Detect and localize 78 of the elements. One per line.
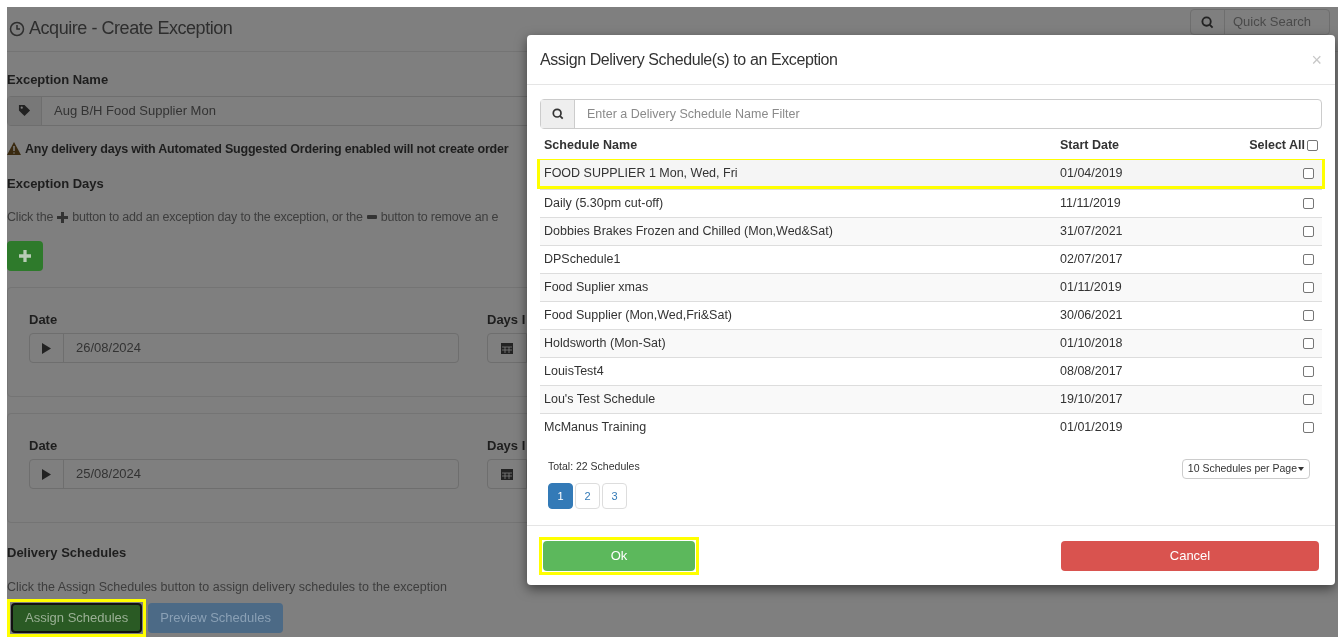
clock-icon xyxy=(9,20,25,37)
checkbox[interactable] xyxy=(1303,366,1314,377)
calendar-icon xyxy=(501,342,513,354)
section-heading: Delivery Schedules xyxy=(7,543,128,562)
table-row[interactable]: McManus Training 01/01/2019 xyxy=(540,413,1322,441)
checkbox[interactable] xyxy=(1303,338,1314,349)
table-cell-text: McManus Training xyxy=(544,419,648,437)
field-label: Days I xyxy=(487,310,527,329)
table-cell-text: 11/11/2019 xyxy=(1060,195,1122,213)
column-header: Start Date xyxy=(1060,137,1121,155)
table-cell-text: 01/04/2019 xyxy=(1060,164,1124,182)
table-cell-text: 01/01/2019 xyxy=(1060,419,1124,437)
table-cell-text: Dobbies Brakes Frozen and Chilled (Mon,Wed&Sat) xyxy=(544,223,834,241)
table-cell-text: 01/11/2019 xyxy=(1060,279,1123,297)
date-field[interactable]: 25/08/2024 xyxy=(29,459,459,489)
field-label: Date xyxy=(29,310,59,329)
checkbox[interactable] xyxy=(1303,394,1314,405)
field-label: Exception Name xyxy=(7,71,110,89)
checkbox[interactable] xyxy=(1303,422,1314,433)
table-cell-text: 30/06/2021 xyxy=(1060,307,1124,325)
page-button[interactable]: 2 xyxy=(575,482,600,509)
assign-schedules-button[interactable]: Assign Schedules xyxy=(11,602,143,633)
field-label: Days I xyxy=(487,436,527,455)
page-button[interactable]: 3 xyxy=(602,482,627,509)
table-cell-text: FOOD SUPPLIER 1 Mon, Wed, Fri xyxy=(544,164,739,182)
plus-icon xyxy=(57,211,69,223)
cancel-button[interactable]: Cancel xyxy=(1061,540,1319,571)
checkbox[interactable] xyxy=(1307,140,1318,152)
field-label: Date xyxy=(29,436,59,455)
search-icon xyxy=(551,108,564,120)
page-button[interactable]: 1 xyxy=(548,482,573,509)
table-cell-text: 19/10/2017 xyxy=(1060,391,1124,409)
search-icon xyxy=(1201,15,1214,29)
table-cell-text: 31/07/2021 xyxy=(1060,223,1124,241)
hint-text: Click the Assign Schedules button to assign delivery schedules to the exception xyxy=(7,579,448,596)
column-header: Select All xyxy=(1249,137,1305,155)
table-row[interactable]: Holdsworth (Mon-Sat) 01/10/2018 xyxy=(540,329,1322,357)
add-day-button[interactable] xyxy=(7,240,43,271)
checkbox[interactable] xyxy=(1303,226,1314,237)
checkbox[interactable] xyxy=(1303,282,1314,293)
section-heading: Exception Days xyxy=(7,175,105,194)
table-cell-text: Food Suplier xmas xyxy=(544,279,650,297)
checkbox[interactable] xyxy=(1303,198,1314,209)
checkbox[interactable] xyxy=(1303,310,1314,321)
table-row[interactable]: Dobbies Brakes Frozen and Chilled (Mon,Wed&Sat) 31/07/2021 xyxy=(540,217,1322,245)
table-cell-text: Daily (5.30pm cut-off) xyxy=(544,195,665,213)
table-cell-text: 02/07/2017 xyxy=(1060,251,1124,269)
filter-field[interactable]: Enter a Delivery Schedule Name Filter xyxy=(540,99,1322,129)
modal-title: Assign Delivery Schedule(s) to an Exception xyxy=(540,49,838,70)
table-cell-text: 01/10/2018 xyxy=(1060,335,1124,353)
play-icon xyxy=(42,468,51,480)
date-field[interactable]: 26/08/2024 xyxy=(29,333,459,363)
table-row[interactable]: Food Suplier xmas 01/11/2019 xyxy=(540,273,1322,301)
tag-icon xyxy=(18,104,31,117)
per-page-dropdown[interactable]: 10 Schedules per Page xyxy=(1181,459,1310,479)
plus-icon xyxy=(19,249,31,262)
page-title: Acquire - Create Exception xyxy=(29,17,233,40)
ok-button[interactable]: Ok xyxy=(543,540,695,571)
table-cell-text: LouisTest4 xyxy=(544,363,605,381)
table-row[interactable]: Lou's Test Schedule 19/10/2017 xyxy=(540,385,1322,413)
caret-icon xyxy=(1298,467,1304,471)
column-header: Schedule Name xyxy=(544,137,639,155)
checkbox[interactable] xyxy=(1303,254,1314,265)
table-row[interactable]: FOOD SUPPLIER 1 Mon, Wed, Fri 01/04/2019 xyxy=(537,159,1325,189)
table-cell-text: Lou's Test Schedule xyxy=(544,391,657,409)
calendar-icon xyxy=(501,468,513,480)
checkbox[interactable] xyxy=(1303,167,1314,179)
table-cell-text: Holdsworth (Mon-Sat) xyxy=(544,335,667,353)
hint-text: Click the xyxy=(7,208,54,226)
play-icon xyxy=(42,342,51,354)
hint-text: button to remove an e xyxy=(380,208,499,226)
table-cell-text: DPSchedule1 xyxy=(544,251,622,269)
total-count: Total: 22 Schedules xyxy=(548,459,640,474)
table-cell-text: Food Supplier (Mon,Wed,Fri&Sat) xyxy=(544,307,734,325)
table-cell-text: 08/08/2017 xyxy=(1060,363,1124,381)
hint-text: button to add an exception day to the exception, or the xyxy=(72,208,363,226)
minus-icon xyxy=(366,215,377,220)
warning-text: Any delivery days with Automated Suggested Ordering enabled will not create order xyxy=(25,140,509,158)
